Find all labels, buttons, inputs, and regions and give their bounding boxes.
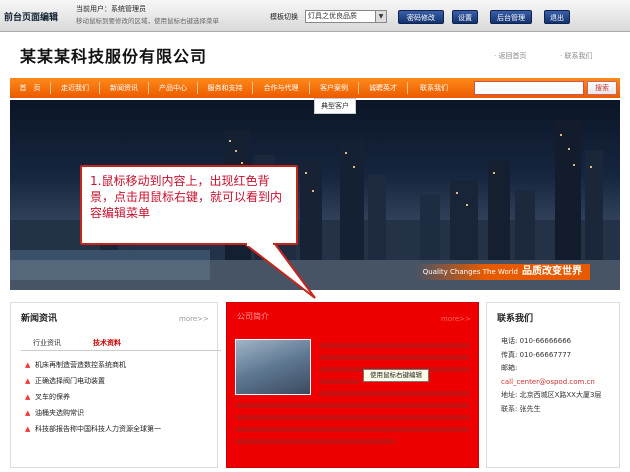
arrow-bullet-icon: ▲ bbox=[25, 393, 31, 401]
template-select-value: 灯具之优良品质 bbox=[308, 12, 357, 20]
tab-tech-docs[interactable]: 技术资料 bbox=[87, 335, 127, 351]
logout-button[interactable]: 退出 bbox=[544, 10, 570, 24]
banner-tagline: Quality Changes The World 品质改变世界 bbox=[414, 264, 590, 280]
nav-item-about[interactable]: 走近我们 bbox=[51, 78, 99, 98]
nav-item-contact[interactable]: 联系我们 bbox=[408, 78, 460, 98]
about-title: 公司简介 bbox=[237, 312, 269, 321]
news-list: ▲ 机床再制造营造数控系统商机 ▲ 正确选择阀门电动装置 ▲ 叉车的保养 ▲ 油桶夹选购… bbox=[25, 357, 161, 437]
tab-industry-news[interactable]: 行业资讯 bbox=[27, 335, 67, 351]
site-header: 某某某科技服份有限公司 · 返回首页 · 联系我们 bbox=[0, 33, 630, 78]
contact-fax: 传真: 010-66667777 bbox=[501, 350, 572, 359]
nav-item-jobs[interactable]: 诚聘英才 bbox=[359, 78, 407, 98]
nav-item-cases[interactable]: 客户案例 bbox=[310, 78, 358, 98]
tagline-en: Quality Changes The World bbox=[422, 268, 518, 276]
callout-pointer bbox=[245, 242, 316, 299]
main-nav: 首 页 走近我们 新闻资讯 产品中心 服务和支持 合作与代理 客户案例 诚聘英才… bbox=[10, 78, 620, 98]
nav-dropdown-item[interactable]: 典型客户 bbox=[314, 98, 356, 114]
contact-phone: 电话: 010-66666666 bbox=[501, 337, 572, 345]
news-title: 新闻资讯 bbox=[21, 314, 58, 324]
edit-tooltip[interactable]: 使用鼠标右键编辑 bbox=[363, 369, 429, 382]
contact-title: 联系我们 bbox=[497, 314, 534, 324]
arrow-bullet-icon: ▲ bbox=[25, 361, 31, 369]
nav-item-products[interactable]: 产品中心 bbox=[149, 78, 197, 98]
template-select[interactable]: 灯具之优良品质 ▼ bbox=[305, 10, 387, 23]
edit-hint: 移动鼠标到要修改的区域，使用鼠标右键选择菜单 bbox=[76, 17, 219, 25]
admin-toolbar: 前台页面编辑 当前用户：系统管理员 移动鼠标到要修改的区域，使用鼠标右键选择菜单… bbox=[0, 0, 630, 32]
nav-item-home[interactable]: 首 页 bbox=[10, 78, 50, 98]
nav-item-service[interactable]: 服务和支持 bbox=[198, 78, 252, 98]
contact-mail-label: 邮箱: bbox=[501, 364, 518, 372]
about-panel-highlighted[interactable]: 公司简介 more>> bbox=[226, 302, 479, 468]
current-user: 当前用户：系统管理员 bbox=[76, 5, 146, 13]
tagline-cn: 品质改变世界 bbox=[522, 266, 582, 277]
chevron-down-icon[interactable]: ▼ bbox=[375, 11, 386, 22]
nav-item-partner[interactable]: 合作与代理 bbox=[253, 78, 309, 98]
arrow-bullet-icon: ▲ bbox=[25, 425, 31, 433]
contact-address: 地址: 北京西城区X路XX大厦3层 bbox=[501, 391, 602, 399]
news-panel: 新闻资讯 more>> 行业资讯 技术资料 ▲ 机床再制造营造数控系统商机 ▲ 正确… bbox=[10, 302, 221, 468]
arrow-bullet-icon: ▲ bbox=[25, 377, 31, 385]
search-input[interactable] bbox=[474, 81, 584, 95]
instruction-callout: 1.鼠标移动到内容上，出现红色背景，点击用鼠标右键，就可以看到内容编辑菜单 bbox=[80, 165, 298, 245]
list-item[interactable]: ▲ 油桶夹选购常识 bbox=[25, 405, 161, 421]
nav-item-news[interactable]: 新闻资讯 bbox=[100, 78, 148, 98]
search-button[interactable]: 搜索 bbox=[587, 81, 617, 95]
template-label: 模板切换 bbox=[270, 13, 298, 21]
contact-list: 电话: 010-66666666 传真: 010-66667777 邮箱: ca… bbox=[501, 335, 601, 416]
change-password-button[interactable]: 密码修改 bbox=[398, 10, 444, 24]
backend-button[interactable]: 后台管理 bbox=[490, 10, 532, 24]
company-name: 某某某科技服份有限公司 bbox=[20, 47, 208, 66]
list-item[interactable]: ▲ 正确选择阀门电动装置 bbox=[25, 373, 161, 389]
settings-button[interactable]: 设置 bbox=[452, 10, 478, 24]
list-item[interactable]: ▲ 机床再制造营造数控系统商机 bbox=[25, 357, 161, 373]
list-item[interactable]: ▲ 科技部报告称中国科技人力资源全球第一 bbox=[25, 421, 161, 437]
contact-person: 联系: 张先生 bbox=[501, 404, 541, 413]
building-photo bbox=[235, 339, 311, 395]
contact-link[interactable]: · 联系我们 bbox=[560, 51, 592, 61]
news-tabs: 行业资讯 技术资料 bbox=[21, 335, 221, 351]
admin-brand: 前台页面编辑 bbox=[4, 13, 59, 23]
home-link[interactable]: · 返回首页 bbox=[494, 51, 526, 61]
arrow-bullet-icon: ▲ bbox=[25, 409, 31, 417]
about-more-link[interactable]: more>> bbox=[441, 315, 471, 323]
contact-email[interactable]: call_center@ospod.com.cn bbox=[501, 376, 601, 390]
contact-panel: 联系我们 电话: 010-66666666 传真: 010-66667777 邮… bbox=[486, 302, 620, 468]
news-more-link[interactable]: more>> bbox=[179, 315, 209, 323]
list-item[interactable]: ▲ 叉车的保养 bbox=[25, 389, 161, 405]
